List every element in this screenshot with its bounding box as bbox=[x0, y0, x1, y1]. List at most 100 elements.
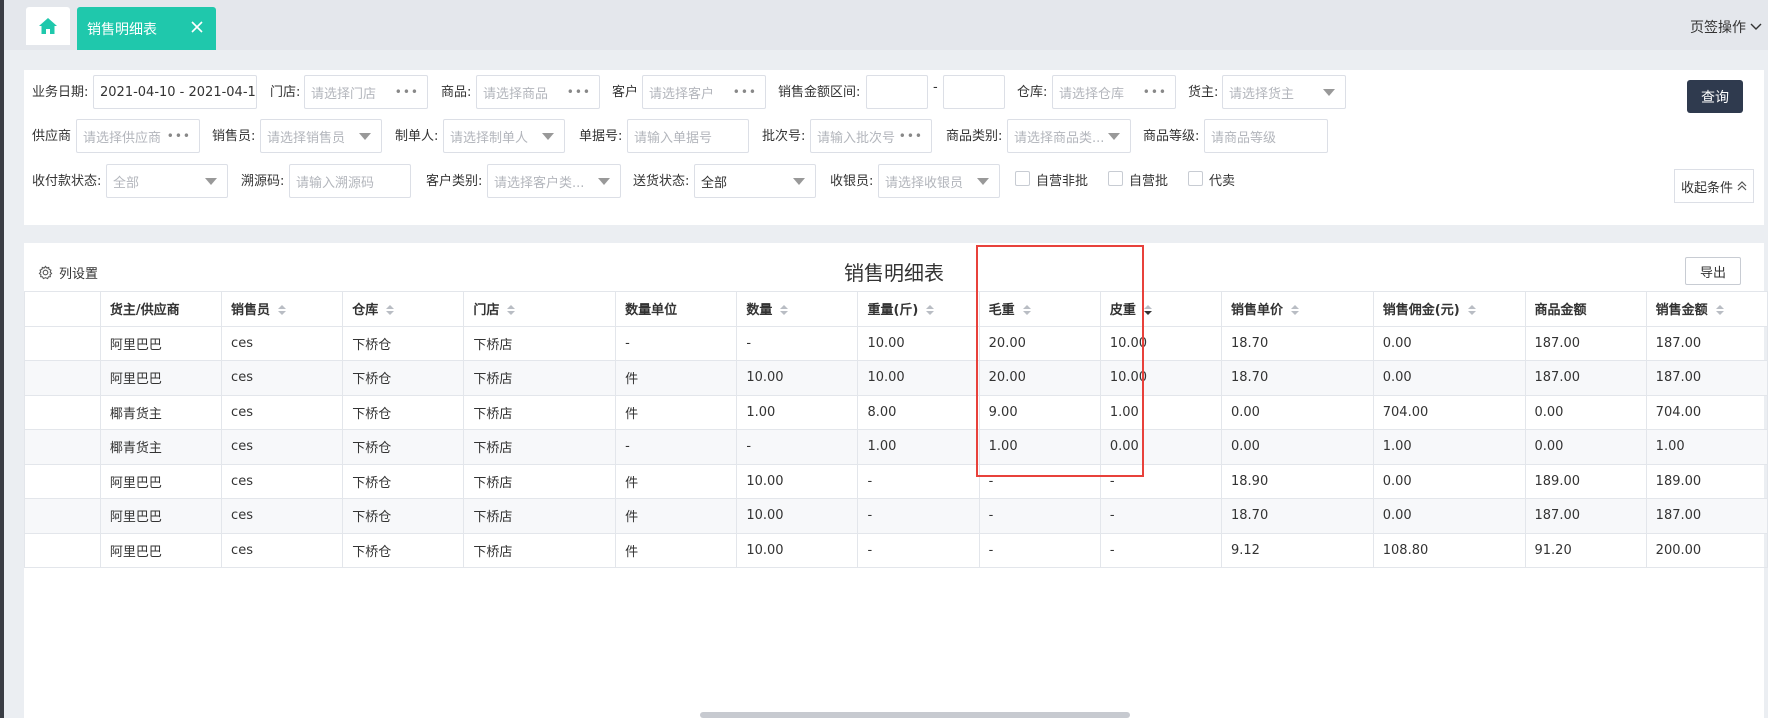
col-header-store[interactable]: 门店 bbox=[463, 291, 617, 327]
consign-checkbox[interactable] bbox=[1188, 171, 1203, 186]
amount-max-input[interactable] bbox=[943, 75, 1005, 109]
sort-icon[interactable] bbox=[1467, 305, 1476, 316]
horizontal-scrollbar[interactable] bbox=[700, 712, 1130, 718]
table-cell: 10.00 bbox=[736, 532, 859, 568]
table-cell: 10.00 bbox=[736, 498, 859, 534]
table-cell: - bbox=[736, 429, 859, 465]
table-cell: 8.00 bbox=[857, 394, 980, 430]
table-cell bbox=[24, 532, 101, 568]
customer-select[interactable]: 请选择客户 ••• bbox=[642, 75, 766, 109]
col-header-sales-amount[interactable]: 销售金额 bbox=[1645, 291, 1768, 327]
sort-icon[interactable] bbox=[1143, 305, 1152, 316]
customer-type-select[interactable]: 请选择客户类... bbox=[487, 164, 621, 198]
sort-icon[interactable] bbox=[1715, 305, 1724, 316]
tab-operations-menu[interactable]: 页签操作 bbox=[1690, 17, 1762, 37]
trace-code-label: 溯源码: bbox=[241, 174, 285, 189]
table-row[interactable]: 阿里巴巴 ces 下桥仓 下桥店 - -10.00 20.00 10.00 18.70 0.00 1… bbox=[24, 325, 1768, 361]
self-wholesale-checkbox[interactable] bbox=[1108, 171, 1123, 186]
supplier-placeholder: 请选择供应商 bbox=[83, 130, 162, 146]
col-header-commission[interactable]: 销售佣金(元) bbox=[1372, 291, 1526, 327]
table-row[interactable]: 阿里巴巴 ces 下桥仓 下桥店件 10.00 10.00 20.00 10.00 18.70 0… bbox=[24, 360, 1768, 396]
table-cell: 0.00 bbox=[1372, 498, 1526, 534]
query-button[interactable]: 查询 bbox=[1687, 80, 1743, 113]
table-cell bbox=[24, 498, 101, 534]
business-date-field[interactable]: 2021-04-10 - 2021-04-10 bbox=[93, 75, 257, 109]
sort-icon[interactable] bbox=[926, 305, 935, 316]
table-cell: ces bbox=[221, 325, 344, 361]
table-row[interactable]: 阿里巴巴 ces 下桥仓 下桥店件 10.00- - -18.90 0.00 189.00 189… bbox=[24, 463, 1768, 499]
product-placeholder: 请选择商品 bbox=[483, 86, 549, 102]
table-cell: 1.00 bbox=[978, 429, 1101, 465]
table-cell: - bbox=[978, 532, 1101, 568]
doc-no-input[interactable]: 请输入单据号 bbox=[627, 119, 749, 153]
sort-icon[interactable] bbox=[1291, 305, 1300, 316]
col-header-salesperson[interactable]: 销售员 bbox=[221, 291, 344, 327]
cashier-select[interactable]: 请选择收银员 bbox=[878, 164, 1000, 198]
col-header-tare-weight[interactable]: 皮重 bbox=[1099, 291, 1223, 327]
warehouse-placeholder: 请选择仓库 bbox=[1059, 86, 1125, 102]
chevron-down-icon bbox=[359, 133, 371, 140]
business-date-label: 业务日期: bbox=[32, 85, 89, 100]
close-icon[interactable] bbox=[188, 18, 206, 36]
doc-no-label: 单据号: bbox=[579, 129, 623, 144]
table-cell: 10.00 bbox=[857, 325, 980, 361]
table-cell: 18.90 bbox=[1221, 463, 1374, 499]
owner-select[interactable]: 请选择货主 bbox=[1222, 75, 1346, 109]
sort-icon[interactable] bbox=[507, 305, 516, 316]
batch-no-input[interactable]: 请输入批次号 ••• bbox=[810, 119, 932, 153]
table-cell bbox=[24, 325, 101, 361]
salesperson-label: 销售员: bbox=[212, 129, 256, 144]
chevron-down-icon bbox=[1750, 23, 1762, 30]
col-header-warehouse[interactable]: 仓库 bbox=[342, 291, 465, 327]
salesperson-select[interactable]: 请选择销售员 bbox=[260, 119, 382, 153]
sort-icon[interactable] bbox=[386, 305, 395, 316]
table-cell: 0.00 bbox=[1372, 325, 1526, 361]
col-header-unit-price[interactable]: 销售单价 bbox=[1221, 291, 1374, 327]
category-placeholder: 请选择商品类... bbox=[1014, 130, 1105, 146]
table-cell: 187.00 bbox=[1524, 498, 1647, 534]
table-cell: 下桥店 bbox=[463, 394, 617, 430]
table-cell: 阿里巴巴 bbox=[99, 360, 223, 396]
table-cell: 1.00 bbox=[857, 429, 980, 465]
table-cell: 189.00 bbox=[1645, 463, 1768, 499]
self-nonwholesale-checkbox[interactable] bbox=[1015, 171, 1030, 186]
amount-range-label: 销售金额区间: bbox=[778, 85, 861, 100]
sort-icon[interactable] bbox=[278, 305, 287, 316]
table-cell: - bbox=[736, 325, 859, 361]
sort-icon[interactable] bbox=[1022, 305, 1031, 316]
table-row[interactable]: 椰青货主 ces 下桥仓 下桥店 - -1.00 1.00 0.00 0.00 1.00 0.00 1… bbox=[24, 429, 1768, 465]
amount-min-input[interactable] bbox=[866, 75, 928, 109]
category-select[interactable]: 请选择商品类... bbox=[1007, 119, 1131, 153]
delivery-status-select[interactable]: 全部 bbox=[694, 164, 816, 198]
trace-code-input[interactable]: 请输入溯源码 bbox=[289, 164, 411, 198]
table-row[interactable]: 阿里巴巴 ces 下桥仓 下桥店件 10.00- - -9.12 108.80 91.20 200… bbox=[24, 532, 1768, 568]
payment-status-select[interactable]: 全部 bbox=[106, 164, 228, 198]
sort-icon[interactable] bbox=[780, 305, 789, 316]
amount-range-separator: - bbox=[933, 80, 938, 95]
grade-input[interactable]: 请商品等级 bbox=[1204, 119, 1328, 153]
home-tab[interactable] bbox=[26, 7, 70, 45]
tab-label: 销售明细表 bbox=[87, 21, 157, 38]
table-cell: ces bbox=[221, 532, 344, 568]
table-row[interactable]: 椰青货主 ces 下桥仓 下桥店件 1.00 8.00 9.00 1.00 0.00 704.00… bbox=[24, 394, 1768, 430]
collapse-conditions-button[interactable]: 收起条件 bbox=[1674, 169, 1754, 203]
table-cell: - bbox=[1099, 463, 1223, 499]
tab-sales-detail[interactable]: 销售明细表 bbox=[77, 7, 216, 50]
table-cell: 10.00 bbox=[1099, 325, 1223, 361]
col-header-gross-weight[interactable]: 毛重 bbox=[978, 291, 1101, 327]
col-header-qty[interactable]: 数量 bbox=[736, 291, 859, 327]
maker-select[interactable]: 请选择制单人 bbox=[443, 119, 565, 153]
col-header-weight[interactable]: 重量(斤) bbox=[857, 291, 980, 327]
col-header-owner-supplier: 货主/供应商 bbox=[99, 291, 223, 327]
table-cell: 704.00 bbox=[1372, 394, 1526, 430]
supplier-select[interactable]: 请选择供应商 ••• bbox=[76, 119, 200, 153]
table-cell: - bbox=[1099, 498, 1223, 534]
warehouse-select[interactable]: 请选择仓库 ••• bbox=[1052, 75, 1176, 109]
export-button[interactable]: 导出 bbox=[1685, 257, 1741, 285]
table-row[interactable]: 阿里巴巴 ces 下桥仓 下桥店件 10.00- - -18.70 0.00 187.00 187… bbox=[24, 498, 1768, 534]
table-cell: 189.00 bbox=[1524, 463, 1647, 499]
store-select[interactable]: 请选择门店 ••• bbox=[304, 75, 428, 109]
table-cell: 704.00 bbox=[1645, 394, 1768, 430]
product-select[interactable]: 请选择商品 ••• bbox=[476, 75, 600, 109]
table-cell: 0.00 bbox=[1524, 394, 1647, 430]
